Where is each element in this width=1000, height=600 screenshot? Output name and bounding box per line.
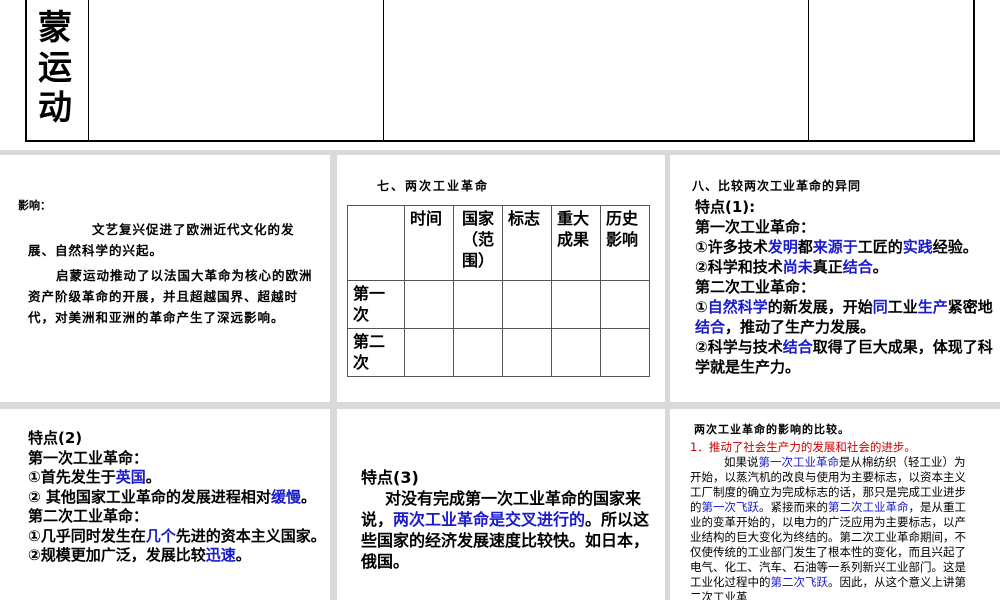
impact-point: 1．推动了社会生产力的发展和社会的进步。 [690, 440, 916, 454]
second-revolution-label: 第二次工业革命： [28, 507, 149, 525]
point-text: ②规模更加广泛，发展比较迅速。 [28, 546, 251, 564]
table-header-row: 时间 国家（范围） 标志 重大成果 历史影响 [347, 205, 650, 281]
table-cell [404, 328, 454, 377]
table-cell [453, 328, 503, 377]
point-text: ①几乎同时发生在几个先进的资本主义国家。 [28, 526, 326, 545]
table-cell [453, 280, 503, 329]
feature2-panel: 特点(2) 第一次工业革命： ①首先发生于英国。 ② 其他国家工业革命的发展进程… [0, 409, 330, 600]
point-text: ② 其他国家工业革命的发展进程相对缓慢。 [28, 487, 316, 506]
influence-heading: 影响： [18, 199, 51, 212]
table-header-cell [347, 205, 405, 281]
first-revolution-label: 第一次工业革命： [695, 218, 816, 236]
comparison-table: 时间 国家（范围） 标志 重大成果 历史影响 第一次 第二次 [347, 205, 650, 377]
first-revolution-label: 第一次工业革命： [28, 448, 149, 467]
subtitle: 特点(2) [28, 429, 83, 447]
renaissance-paragraph: 文艺复兴促进了欧洲近代文化的发展、自然科学的兴起。 [28, 222, 295, 258]
feature2-body: 特点(2) 第一次工业革命： ①首先发生于英国。 ② 其他国家工业革命的发展进程… [28, 429, 328, 566]
table-cell [502, 280, 552, 329]
compare-body: 特点(1): 第一次工业革命： ①许多技术发明都来源于工匠的实践经验。 ②科学和… [695, 197, 995, 377]
point-text: ①许多技术发明都来源于工匠的实践经验。 [695, 238, 978, 256]
feature3-body: 特点(3) 对没有完成第一次工业革命的国家来说，两次工业革命是交叉进行的。所以这… [361, 467, 651, 572]
row-label: 第二次 [347, 328, 405, 377]
table-header-cell: 时间 [404, 205, 454, 281]
divider [88, 0, 89, 140]
point-text: ①自然科学的新发展，开始同工业生产紧密地结合，推动了生产力发展。 [695, 298, 993, 336]
compare-panel: 八、比较两次工业革命的异同 特点(1): 第一次工业革命： ①许多技术发明都来源… [670, 155, 1000, 402]
table-frame [25, 0, 975, 142]
table-header-cell: 国家（范围） [453, 205, 503, 281]
top-table-fragment: 蒙 运 动 [0, 0, 1000, 150]
enlightenment-paragraph: 启蒙运动推动了以法国大革命为核心的欧洲资产阶级革命的开展，并且超越国界、超越时代… [28, 268, 313, 325]
table-header-cell: 重大成果 [551, 205, 601, 281]
point-text: ②科学和技术尚未真正结合。 [695, 258, 888, 276]
table-cell [551, 280, 601, 329]
table-cell [404, 280, 454, 329]
table-cell [502, 328, 552, 377]
divider [808, 0, 809, 140]
divider [383, 0, 384, 140]
row-label: 第一次 [347, 280, 405, 329]
subtitle: 特点(1): [695, 198, 756, 216]
table-cell [551, 328, 601, 377]
feature3-panel: 特点(3) 对没有完成第一次工业革命的国家来说，两次工业革命是交叉进行的。所以这… [337, 409, 665, 600]
table-row: 第一次 [347, 280, 650, 329]
industrial-revolution-table-panel: 七、两次工业革命 时间 国家（范围） 标志 重大成果 历史影响 第一次 第二次 [337, 155, 665, 402]
impact-paragraph: 如果说第一次工业革命是从棉纺织（轻工业）为开始，以蒸汽机的改良与使用为主要标志，… [690, 455, 966, 600]
influence-panel: 影响： 文艺复兴促进了欧洲近代文化的发展、自然科学的兴起。 启蒙运动推动了以法国… [0, 155, 330, 402]
table-cell [600, 328, 650, 377]
subtitle: 特点(3) [361, 468, 419, 487]
impact-panel: 两次工业革命的影响的比较。 1．推动了社会生产力的发展和社会的进步。 如果说第一… [670, 409, 1000, 600]
feature3-text: 对没有完成第一次工业革命的国家来说，两次工业革命是交叉进行的。所以这些国家的经济… [361, 489, 650, 571]
table-cell [600, 280, 650, 329]
table-header-cell: 历史影响 [600, 205, 650, 281]
point-text: ②科学与技术结合取得了巨大成果，体现了科学就是生产力。 [695, 338, 993, 376]
second-revolution-label: 第二次工业革命： [695, 278, 816, 296]
table-row: 第二次 [347, 328, 650, 377]
panel-title: 七、两次工业革命 [377, 179, 490, 193]
panel-title: 两次工业革命的影响的比较。 [694, 423, 850, 436]
panel-title: 八、比较两次工业革命的异同 [692, 179, 862, 193]
vertical-char: 动 [38, 88, 72, 128]
table-header-cell: 标志 [502, 205, 552, 281]
point-text: ①首先发生于英国。 [28, 468, 161, 486]
